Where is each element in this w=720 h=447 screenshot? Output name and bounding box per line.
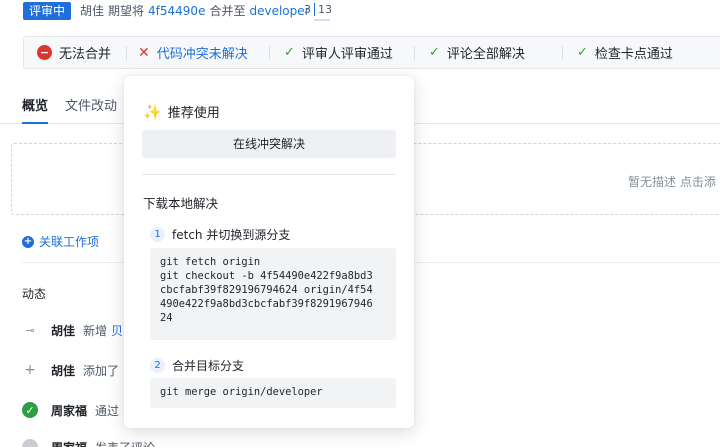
- merge-check-bar: − 无法合并 ✕ 代码冲突未解决 ✓ 评审人评审通过 ✓ 评论全部解决 ✓ 检查…: [23, 36, 720, 69]
- description-placeholder[interactable]: 暂无描述 点击添: [628, 173, 716, 190]
- active-tab-indicator: [22, 122, 48, 124]
- separator: [414, 46, 415, 60]
- step-merge: 2 合并目标分支: [150, 357, 244, 374]
- mr-header: 评审中 胡佳 期望将 4f54490e 合并至 developer 3 13: [0, 0, 720, 26]
- plus-icon: +: [24, 362, 36, 378]
- activity-item: ⊸ 胡佳 新增 贝: [22, 320, 123, 340]
- activity-verb: 通过: [95, 403, 120, 418]
- minus-circle-icon: −: [37, 45, 52, 60]
- conflict-resolution-popover: ✨ 推荐使用 在线冲突解决 下载本地解决 1 fetch 并切换到源分支 git…: [124, 76, 414, 428]
- merge-to-text: 合并至: [209, 4, 246, 18]
- code-block-fetch[interactable]: git fetch origin git checkout -b 4f54490…: [150, 248, 396, 340]
- author-name[interactable]: 胡佳: [80, 4, 104, 18]
- activity-verb: 新增: [83, 323, 108, 338]
- check-comments-resolved: ✓ 评论全部解决: [429, 37, 525, 68]
- check-label: 评审人评审通过: [301, 47, 393, 62]
- source-commit-link[interactable]: 4f54490e: [148, 4, 205, 18]
- activity-user[interactable]: 胡佳: [51, 362, 75, 379]
- check-label: 无法合并: [59, 47, 112, 62]
- separator: [269, 46, 270, 60]
- step-label: fetch 并切换到源分支: [172, 228, 291, 242]
- commit-icon: ⊸: [25, 323, 35, 337]
- merge-description: 胡佳 期望将 4f54490e 合并至 developer: [80, 3, 310, 19]
- sparkle-icon: ✨: [143, 102, 162, 121]
- status-badge: 评审中: [23, 2, 72, 20]
- commit-counts: 3 13: [304, 3, 332, 17]
- check-code-conflict[interactable]: ✕ 代码冲突未解决: [138, 37, 248, 68]
- separator: [126, 46, 127, 60]
- check-circle-icon: ✓: [22, 402, 38, 418]
- activity-title: 动态: [22, 287, 47, 301]
- count-a: 3: [304, 3, 311, 16]
- activity-verb: 添加了: [83, 363, 120, 378]
- activity-user[interactable]: 周家福: [51, 439, 87, 447]
- expect-text: 期望将: [108, 4, 145, 18]
- tab-file-changes[interactable]: 文件改动: [65, 94, 117, 120]
- link-work-item-label: 关联工作项: [39, 235, 100, 249]
- activity-user[interactable]: 胡佳: [51, 322, 75, 339]
- counts-indicator: [314, 19, 330, 21]
- check-label: 评论全部解决: [446, 47, 525, 62]
- check-label: 检查卡点通过: [594, 47, 673, 62]
- avatar: [22, 439, 38, 447]
- online-conflict-resolve-button[interactable]: 在线冲突解决: [142, 130, 396, 158]
- activity-object[interactable]: 贝: [111, 322, 123, 339]
- activity-item: + 胡佳 添加了: [22, 360, 119, 380]
- check-icon: ✓: [429, 45, 440, 60]
- activity-item: ✓ 周家福 通过: [22, 400, 119, 420]
- check-icon: ✓: [577, 45, 588, 60]
- download-local-title: 下载本地解决: [143, 196, 219, 211]
- activity-user[interactable]: 周家福: [51, 402, 87, 419]
- check-reviewer-approved: ✓ 评审人评审通过: [284, 37, 393, 68]
- recommend-heading: ✨ 推荐使用: [143, 102, 220, 122]
- code-block-merge[interactable]: git merge origin/developer: [150, 378, 396, 408]
- check-label: 代码冲突未解决: [156, 47, 248, 62]
- activity-verb: 发表了评论: [95, 439, 155, 447]
- separator: [562, 46, 563, 60]
- target-branch-link[interactable]: developer: [249, 4, 309, 18]
- recommend-title: 推荐使用: [167, 106, 220, 121]
- close-icon: ✕: [138, 44, 150, 61]
- step-label: 合并目标分支: [172, 359, 245, 373]
- link-work-item-button[interactable]: + 关联工作项: [22, 233, 99, 250]
- activity-item: 周家福 发表了评论: [22, 437, 155, 447]
- step-number: 1: [150, 227, 165, 242]
- plus-circle-icon: +: [22, 235, 34, 248]
- tab-overview[interactable]: 概览: [22, 94, 48, 120]
- divider: [142, 174, 396, 175]
- check-gate-passed: ✓ 检查卡点通过: [577, 37, 673, 68]
- count-b: 13: [314, 3, 332, 16]
- step-number: 2: [150, 358, 165, 373]
- check-icon: ✓: [284, 45, 295, 60]
- step-fetch: 1 fetch 并切换到源分支: [150, 226, 290, 243]
- check-cannot-merge: − 无法合并: [37, 37, 111, 68]
